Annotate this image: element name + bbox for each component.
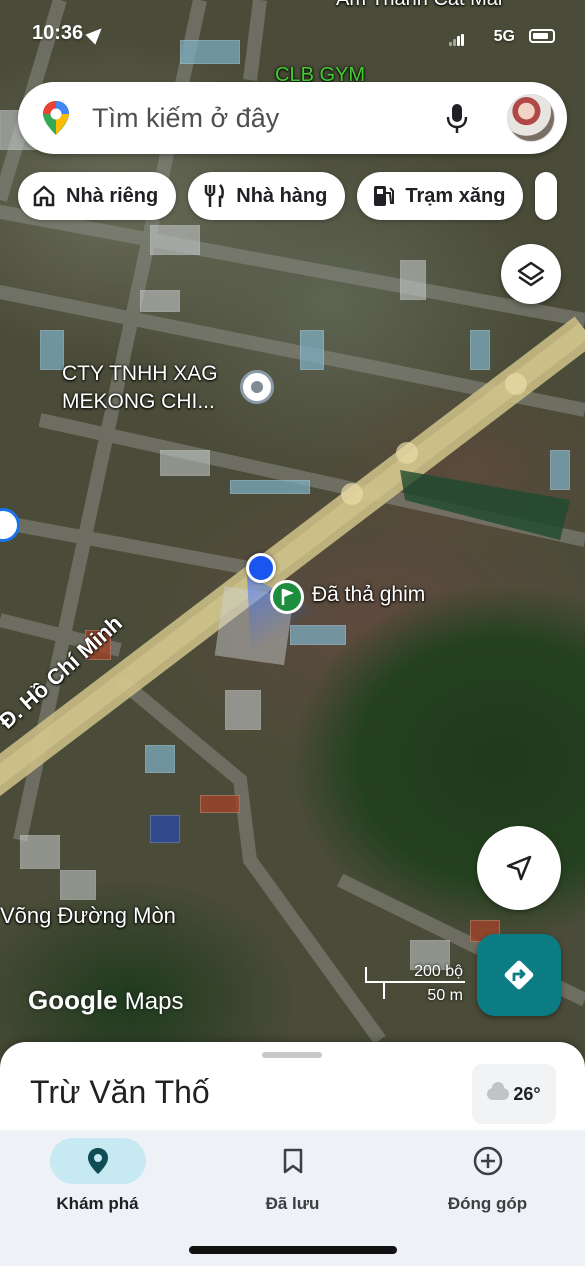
nav-label: Khám phá <box>56 1194 139 1213</box>
poi-marker-icon[interactable] <box>240 370 274 404</box>
scale-metric: 50 m <box>427 987 463 1004</box>
nav-tab-explore[interactable]: Khám phá <box>0 1138 195 1214</box>
home-icon <box>33 185 55 207</box>
network-type: 5G <box>493 28 515 45</box>
chip-gas-station[interactable]: Trạm xăng <box>357 172 524 220</box>
home-indicator[interactable] <box>189 1246 397 1254</box>
nav-tab-saved[interactable]: Đã lưu <box>195 1138 390 1214</box>
chip-label: Trạm xăng <box>405 184 506 207</box>
signal-icon <box>449 34 465 46</box>
add-circle-icon <box>473 1146 502 1176</box>
current-location-dot[interactable] <box>246 553 276 583</box>
building <box>200 795 240 813</box>
building <box>225 690 261 730</box>
scale-tick <box>383 981 385 999</box>
bookmark-icon <box>283 1148 302 1174</box>
poi-label-company[interactable]: CTY TNHH XAG MEKONG CHI... <box>62 360 218 416</box>
area-label[interactable]: Võng Đường Mòn <box>0 903 176 929</box>
building <box>180 40 240 64</box>
layers-icon <box>517 261 545 287</box>
battery-icon <box>529 29 555 43</box>
clock-text: 10:36 <box>32 22 84 44</box>
my-location-button[interactable] <box>477 826 561 910</box>
poi-label-line1: CTY TNHH XAG <box>62 362 218 385</box>
gas-station-icon <box>374 186 395 206</box>
sheet-drag-handle[interactable] <box>262 1052 322 1058</box>
building <box>150 815 180 843</box>
google-maps-pin-icon <box>43 101 69 135</box>
nav-icon-container <box>245 1138 341 1184</box>
chip-more[interactable] <box>535 172 558 220</box>
building <box>145 745 175 773</box>
building <box>300 330 324 370</box>
building <box>60 870 96 900</box>
place-label-top[interactable]: Ấm Thành Cát Mai <box>336 0 502 11</box>
temperature-text: 26° <box>513 1083 541 1104</box>
search-bar[interactable]: Tìm kiếm ở đây <box>18 82 567 154</box>
building <box>230 480 310 494</box>
category-chips: Nhà riêng Nhà hàng Trạm xăng <box>18 172 558 220</box>
cloud-icon <box>487 1082 510 1100</box>
google-maps-logo: Google Maps <box>28 985 183 1016</box>
nav-label: Đã lưu <box>265 1194 320 1213</box>
navigation-arrow-icon <box>506 855 532 881</box>
dropped-pin-flag-icon[interactable] <box>270 580 304 614</box>
place-title: Trừ Văn Thố <box>30 1074 210 1110</box>
building <box>290 625 346 645</box>
restaurant-icon <box>205 184 225 207</box>
building <box>140 290 180 312</box>
status-time: 10:36 <box>32 22 107 52</box>
bottom-sheet[interactable]: Trừ Văn Thố 26° <box>0 1042 585 1142</box>
maps-logo-text: Maps <box>124 988 184 1015</box>
building <box>20 835 60 869</box>
building <box>470 330 490 370</box>
search-input[interactable]: Tìm kiếm ở đây <box>92 103 279 134</box>
dropped-pin-label[interactable]: Đã thả ghim <box>312 583 425 607</box>
poi-label-line2: MEKONG CHI... <box>62 390 215 413</box>
google-logo-text: Google <box>28 985 118 1015</box>
layers-button[interactable] <box>501 244 561 304</box>
chip-restaurant[interactable]: Nhà hàng <box>188 172 346 220</box>
scale-bar <box>365 981 465 983</box>
nav-icon-container <box>440 1138 536 1184</box>
building <box>160 450 210 476</box>
nav-label: Đóng góp <box>447 1194 528 1213</box>
chip-home[interactable]: Nhà riêng <box>18 172 177 220</box>
directions-icon <box>504 960 534 990</box>
building <box>550 450 570 490</box>
directions-button[interactable] <box>477 934 561 1016</box>
building <box>150 225 200 255</box>
nav-tab-contribute[interactable]: Đóng góp <box>390 1138 585 1214</box>
explore-pin-icon <box>87 1148 108 1174</box>
chip-label: Nhà hàng <box>236 184 328 207</box>
scale-imperial: 200 bộ <box>414 963 463 980</box>
nav-icon-container <box>49 1138 146 1184</box>
chip-label: Nhà riêng <box>66 184 159 207</box>
building <box>400 260 426 300</box>
microphone-icon[interactable] <box>444 102 470 136</box>
map-scale: 200 bộ 50 m <box>365 963 465 1004</box>
building <box>40 330 64 370</box>
weather-badge[interactable]: 26° <box>472 1064 556 1124</box>
account-avatar[interactable] <box>507 94 555 142</box>
